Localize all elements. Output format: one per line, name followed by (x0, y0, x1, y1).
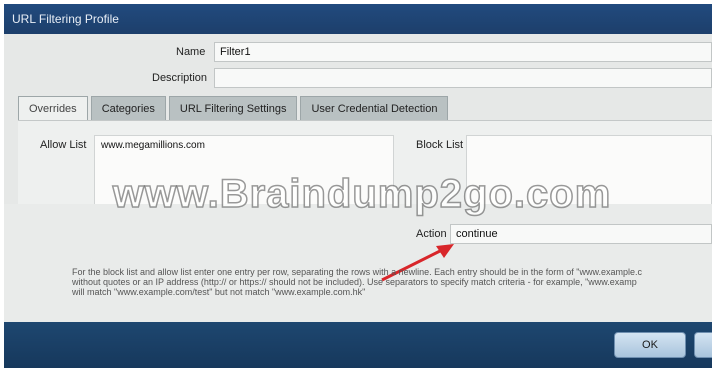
name-label: Name (176, 46, 206, 58)
watermark-text: www.Braindump2go.com (112, 171, 612, 217)
allow-list-entry: www.megamillions.com (101, 140, 205, 151)
description-field[interactable] (214, 68, 712, 88)
tab-categories[interactable]: Categories (90, 96, 166, 120)
tab-overrides[interactable]: Overrides (18, 96, 88, 120)
action-label: Action (416, 228, 447, 240)
tab-user-credential-detection[interactable]: User Credential Detection (300, 96, 449, 120)
dialog-photo: URL Filtering Profile Name Filter1 Descr… (4, 4, 712, 368)
cancel-button[interactable] (694, 332, 712, 358)
tab-url-filtering-settings[interactable]: URL Filtering Settings (168, 96, 298, 120)
action-select[interactable]: continue (450, 224, 712, 244)
description-label: Description (152, 72, 208, 84)
tab-bar: Overrides Categories URL Filtering Setti… (18, 96, 451, 120)
help-text: For the block list and allow list enter … (72, 267, 712, 297)
allow-list-label: Allow List (40, 139, 87, 151)
title-bar: URL Filtering Profile (4, 4, 712, 34)
ok-button[interactable]: OK (614, 332, 686, 358)
action-section: Action continue For the block list and a… (4, 204, 712, 322)
name-field[interactable]: Filter1 (214, 42, 712, 62)
block-list-label: Block List (416, 139, 464, 151)
help-line: For the block list and allow list enter … (72, 267, 642, 277)
dialog-footer: OK (4, 322, 712, 368)
help-line: without quotes or an IP address (http://… (72, 277, 637, 287)
window-title: URL Filtering Profile (12, 12, 119, 26)
help-line: will match "www.example.com/test" but no… (72, 287, 366, 297)
